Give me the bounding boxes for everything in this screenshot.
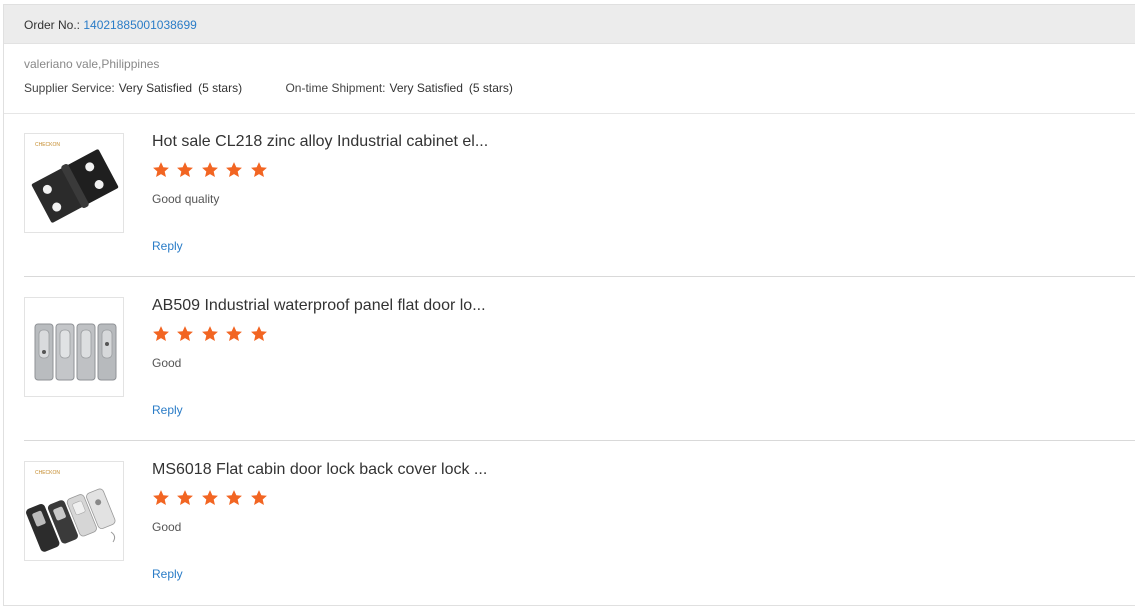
star-icon <box>201 325 219 343</box>
product-review-item: CHECKON Hot sale CL218 zinc alloy Indust… <box>24 133 1135 297</box>
star-rating <box>152 161 270 181</box>
star-icon <box>176 325 194 343</box>
star-icon <box>225 325 243 343</box>
rating-label: On-time Shipment: <box>285 81 386 95</box>
reply-link[interactable]: Reply <box>152 567 183 581</box>
rating-label: Supplier Service: <box>24 81 115 95</box>
silver-panel-locks-image[interactable] <box>24 297 124 397</box>
rating-stars-text: (5 stars) <box>198 81 243 95</box>
product-review-item: CHECKON MS6018 Flat cabin door lock back… <box>24 461 1135 610</box>
order-number-label: Order No.: 14021885001038699 <box>24 18 197 32</box>
review-comment: Good <box>152 520 182 534</box>
star-rating <box>152 325 270 345</box>
star-rating <box>152 489 270 509</box>
star-icon <box>152 161 170 179</box>
rating-value: Very Satisfied <box>118 81 193 95</box>
reply-link[interactable]: Reply <box>152 403 183 417</box>
order-header: Order No.: 14021885001038699 <box>4 5 1135 44</box>
review-comment: Good <box>152 356 182 370</box>
order-label-text: Order No.: <box>24 18 81 32</box>
cabin-door-locks-image[interactable]: CHECKON <box>24 461 124 561</box>
svg-text:CHECKON: CHECKON <box>35 470 60 476</box>
star-icon <box>201 161 219 179</box>
section-divider <box>4 113 1135 114</box>
order-number-link[interactable]: 14021885001038699 <box>83 18 196 32</box>
product-title[interactable]: Hot sale CL218 zinc alloy Industrial cab… <box>152 133 488 151</box>
product-title[interactable]: MS6018 Flat cabin door lock back cover l… <box>152 461 487 479</box>
seller-ratings: Supplier Service: Very Satisfied (5 stars)… <box>24 81 553 95</box>
product-title[interactable]: AB509 Industrial waterproof panel flat d… <box>152 297 486 315</box>
feedback-panel: Order No.: 14021885001038699 valeriano v… <box>3 4 1135 606</box>
svg-text:CHECKON: CHECKON <box>35 142 60 148</box>
star-icon <box>225 489 243 507</box>
star-icon <box>201 489 219 507</box>
star-icon <box>250 325 268 343</box>
rating-supplier-service: Supplier Service: Very Satisfied (5 stars) <box>24 81 242 95</box>
item-divider <box>24 276 1135 277</box>
black-hinge-image[interactable]: CHECKON <box>24 133 124 233</box>
star-icon <box>152 325 170 343</box>
rating-on-time-shipment: On-time Shipment: Very Satisfied (5 stars) <box>285 81 512 95</box>
star-icon <box>225 161 243 179</box>
rating-stars-text: (5 stars) <box>468 81 513 95</box>
star-icon <box>176 489 194 507</box>
star-icon <box>152 489 170 507</box>
buyer-info: valeriano vale,Philippines <box>24 57 160 71</box>
product-review-item: AB509 Industrial waterproof panel flat d… <box>24 297 1135 461</box>
star-icon <box>176 161 194 179</box>
reply-link[interactable]: Reply <box>152 239 183 253</box>
rating-value: Very Satisfied <box>389 81 463 95</box>
star-icon <box>250 489 268 507</box>
star-icon <box>250 161 268 179</box>
item-divider <box>24 440 1135 441</box>
review-comment: Good quality <box>152 192 220 206</box>
